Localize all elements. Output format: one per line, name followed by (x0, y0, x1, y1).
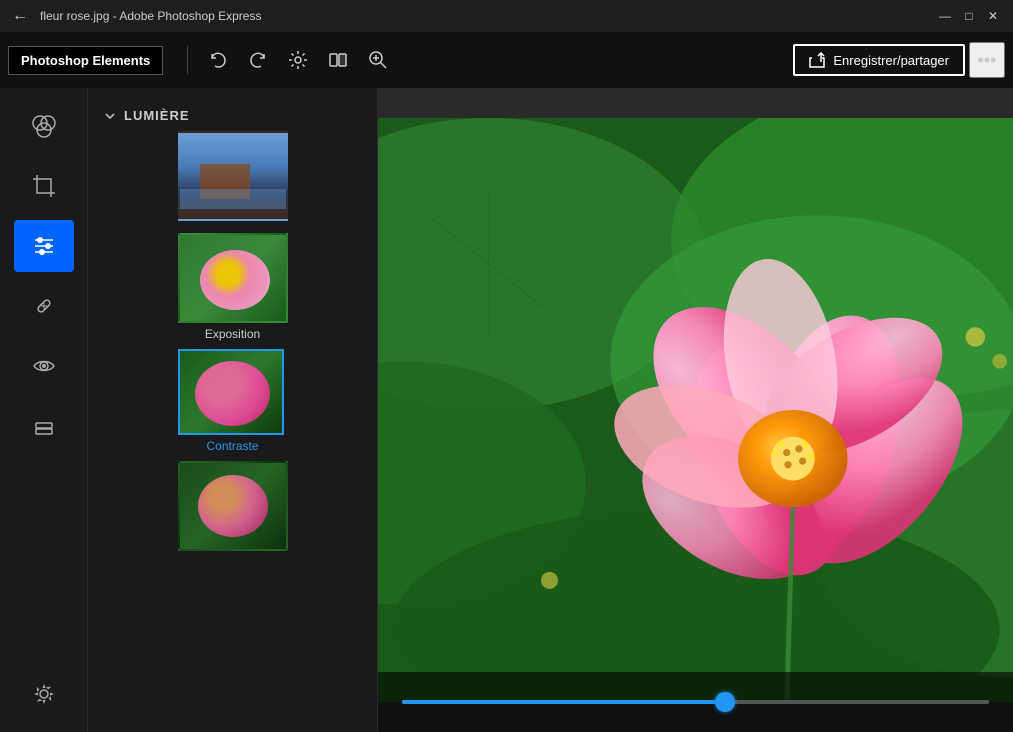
more-button[interactable]: ••• (969, 42, 1005, 78)
toolbar: Photoshop Elements (0, 32, 1013, 88)
redo-icon (248, 50, 268, 70)
maximize-button[interactable]: □ (961, 8, 977, 24)
title-bar: ← fleur rose.jpg - Adobe Photoshop Expre… (0, 0, 1013, 32)
share-icon (809, 52, 825, 68)
compare-button[interactable] (320, 42, 356, 78)
panel: LUMIÈRE Exposition (88, 88, 378, 732)
slider-bar (378, 672, 1013, 732)
window-title: fleur rose.jpg - Adobe Photoshop Express (40, 9, 261, 23)
thumbnail-label-contraste: Contraste (178, 439, 288, 453)
sidebar-item-settings[interactable] (14, 668, 74, 720)
undo-button[interactable] (200, 42, 236, 78)
crop-icon (31, 173, 57, 199)
app-label: Photoshop Elements (8, 46, 163, 75)
close-button[interactable]: ✕ (985, 8, 1001, 24)
chevron-down-icon (104, 110, 116, 122)
toolbar-divider (187, 46, 188, 74)
thumbnail-grid: Exposition Contraste (88, 131, 377, 555)
minimize-button[interactable]: — (937, 8, 953, 24)
image-area (378, 88, 1013, 732)
compare-icon (327, 49, 349, 71)
lumiere-section-header[interactable]: LUMIÈRE (88, 100, 377, 131)
sidebar-item-crop[interactable] (14, 160, 74, 212)
section-title: LUMIÈRE (124, 108, 190, 123)
save-share-button[interactable]: Enregistrer/partager (793, 44, 965, 76)
eye-icon (31, 353, 57, 379)
slider-track[interactable] (402, 700, 989, 704)
magic-button[interactable] (280, 42, 316, 78)
gear-icon (31, 681, 57, 707)
slider-thumb[interactable] (715, 692, 735, 712)
sidebar-item-adjustments[interactable] (14, 220, 74, 272)
redo-button[interactable] (240, 42, 276, 78)
image-svg (378, 118, 1013, 702)
undo-icon (208, 50, 228, 70)
bandaid-icon (31, 293, 57, 319)
icon-sidebar (0, 88, 88, 732)
sidebar-item-layers[interactable] (14, 400, 74, 452)
main-content: LUMIÈRE Exposition (0, 88, 1013, 732)
slider-fill (402, 700, 725, 704)
window-controls: — □ ✕ (937, 8, 1001, 24)
thumbnail-item-exposition[interactable]: Exposition (178, 233, 288, 341)
zoom-icon (367, 49, 389, 71)
layers-icon (31, 413, 57, 439)
title-bar-left: ← fleur rose.jpg - Adobe Photoshop Expre… (12, 7, 261, 25)
main-image (378, 118, 1013, 702)
sidebar-item-healing[interactable] (14, 280, 74, 332)
thumbnail-item-contraste[interactable]: Contraste (178, 349, 288, 453)
color-circles-icon (30, 112, 58, 140)
thumbnail-item-4[interactable] (178, 461, 288, 555)
back-button[interactable]: ← (12, 7, 28, 25)
thumbnail-item-1[interactable] (178, 131, 288, 225)
thumbnail-label-exposition: Exposition (178, 327, 288, 341)
sliders-icon (31, 233, 57, 259)
save-label: Enregistrer/partager (833, 53, 949, 68)
zoom-button[interactable] (360, 42, 396, 78)
sidebar-item-eye[interactable] (14, 340, 74, 392)
sidebar-item-color[interactable] (14, 100, 74, 152)
magic-icon (287, 49, 309, 71)
